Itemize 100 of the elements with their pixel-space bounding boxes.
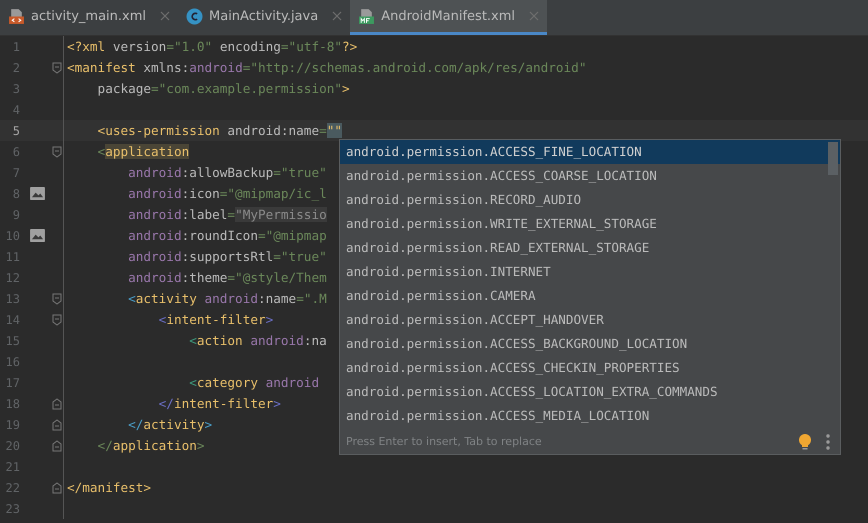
code-token: > bbox=[342, 81, 350, 96]
code-token: android bbox=[127, 228, 182, 243]
fold-icon[interactable] bbox=[52, 440, 62, 452]
code-token: :allowBackup bbox=[182, 165, 274, 180]
fold-icon[interactable] bbox=[52, 482, 62, 494]
code-token: android bbox=[250, 333, 304, 348]
code-token: ="@mipmap/ic_l bbox=[220, 186, 327, 201]
line-number: 10 bbox=[4, 228, 20, 242]
code-token: :icon bbox=[182, 186, 220, 201]
code-token: intent-filter bbox=[174, 396, 274, 411]
code-token: android bbox=[204, 291, 258, 306]
code-token: ="@mipmap bbox=[258, 228, 327, 243]
editor-tab[interactable]: activity_main.xml bbox=[0, 0, 178, 35]
completion-item[interactable]: android.permission.ACCESS_BACKGROUND_LOCATION bbox=[340, 332, 840, 356]
line-number: 21 bbox=[4, 460, 20, 474]
code-token: < bbox=[158, 312, 166, 327]
fold-icon[interactable] bbox=[52, 398, 62, 410]
completion-item[interactable]: android.permission.CAMERA bbox=[340, 284, 840, 308]
line-number: 1 bbox=[12, 40, 20, 54]
close-icon[interactable] bbox=[160, 11, 170, 21]
line-number: 19 bbox=[4, 418, 20, 432]
code-token: ="utf-8" bbox=[280, 39, 342, 54]
line-number: 12 bbox=[4, 270, 20, 284]
code-token: action bbox=[196, 333, 244, 348]
line-number: 11 bbox=[4, 250, 20, 264]
code-token: < bbox=[188, 333, 197, 348]
code-token: :label bbox=[182, 207, 228, 222]
line-number: 5 bbox=[12, 124, 20, 138]
fold-icon[interactable] bbox=[52, 292, 62, 304]
code-token: android bbox=[127, 249, 182, 264]
class-icon bbox=[186, 8, 204, 24]
line-number: 23 bbox=[4, 502, 20, 516]
line-number: 6 bbox=[12, 144, 20, 158]
close-icon[interactable] bbox=[332, 11, 342, 21]
code-token: ?> bbox=[342, 39, 358, 54]
line-number: 16 bbox=[4, 354, 20, 368]
editor-tab[interactable]: MainActivity.java bbox=[178, 0, 350, 35]
code-token: > bbox=[273, 396, 281, 411]
completion-item[interactable]: android.permission.RECORD_AUDIO bbox=[340, 188, 840, 212]
manifest-file-icon bbox=[358, 8, 376, 24]
folded-string: "MyPermissio bbox=[235, 207, 327, 222]
code-token: :roundIcon bbox=[182, 228, 258, 243]
line-number: 13 bbox=[4, 292, 20, 306]
line-number: 22 bbox=[4, 480, 20, 494]
completion-item[interactable]: android.permission.ACCESS_MEDIA_LOCATION bbox=[340, 404, 840, 428]
code-token: <manifest bbox=[67, 60, 137, 75]
completion-item[interactable]: android.permission.INTERNET bbox=[340, 260, 840, 284]
code-token: android bbox=[189, 60, 243, 75]
code-token: android bbox=[266, 375, 320, 390]
completion-item[interactable]: android.permission.ACCESS_FINE_LOCATION bbox=[340, 140, 840, 164]
code-token: :theme bbox=[182, 270, 228, 285]
code-token: package bbox=[96, 81, 152, 96]
code-token: ="true" bbox=[273, 249, 327, 264]
code-token: version bbox=[112, 39, 166, 54]
fold-icon[interactable] bbox=[52, 62, 62, 74]
lightbulb-icon[interactable] bbox=[798, 432, 812, 450]
line-number: 4 bbox=[12, 102, 20, 116]
code-token: > bbox=[196, 438, 205, 453]
code-token: > bbox=[266, 312, 274, 327]
code-token: android:name bbox=[227, 123, 320, 138]
code-token: <uses-permission bbox=[96, 123, 221, 138]
code-token: = bbox=[227, 207, 236, 222]
matched-tag: application bbox=[105, 144, 190, 159]
code-token: > bbox=[204, 417, 212, 432]
completion-item[interactable]: android.permission.WRITE_EXTERNAL_STORAGE bbox=[340, 212, 840, 236]
scrollbar[interactable] bbox=[828, 142, 838, 175]
code-token: </ bbox=[127, 417, 144, 432]
code-token: android bbox=[127, 165, 182, 180]
line-number: 17 bbox=[4, 376, 20, 390]
line-number: 9 bbox=[12, 208, 20, 222]
code-token: ="@style/Them bbox=[227, 270, 327, 285]
line-number: 15 bbox=[4, 334, 20, 348]
completion-item[interactable]: android.permission.ACCEPT_HANDOVER bbox=[340, 308, 840, 332]
code-token: android bbox=[127, 207, 182, 222]
line-number: 7 bbox=[12, 166, 20, 180]
layout-file-icon bbox=[8, 8, 25, 24]
code-token: < bbox=[96, 144, 106, 159]
code-token: :supportsRtl bbox=[182, 249, 274, 264]
code-token: activity bbox=[143, 417, 204, 432]
code-token: :na bbox=[304, 333, 327, 348]
completion-item[interactable]: android.permission.ACCESS_CHECKIN_PROPERTIES bbox=[340, 356, 840, 380]
code-token: =".M bbox=[296, 291, 327, 306]
completion-item[interactable]: android.permission.ACCESS_LOCATION_EXTRA_COMMANDS bbox=[340, 380, 840, 404]
more-icon[interactable] bbox=[826, 434, 830, 450]
fold-icon[interactable] bbox=[52, 418, 62, 430]
line-number: 18 bbox=[4, 396, 20, 410]
code-token: < bbox=[127, 291, 136, 306]
code-token: android bbox=[127, 270, 182, 285]
caret-quotes: "" bbox=[326, 123, 342, 138]
editor-tab[interactable]: AndroidManifest.xml bbox=[350, 0, 548, 35]
fold-icon[interactable] bbox=[52, 146, 62, 158]
code-token: < bbox=[188, 375, 197, 390]
code-token: ="1.0" bbox=[166, 39, 214, 54]
completion-item[interactable]: android.permission.READ_EXTERNAL_STORAGE bbox=[340, 236, 840, 260]
code-token: </ bbox=[96, 438, 113, 453]
code-token: </manifest> bbox=[67, 480, 152, 495]
fold-icon[interactable] bbox=[52, 314, 62, 326]
code-token: intent-filter bbox=[166, 312, 266, 327]
completion-item[interactable]: android.permission.ACCESS_COARSE_LOCATION bbox=[340, 164, 840, 188]
code-token: category bbox=[196, 375, 259, 390]
